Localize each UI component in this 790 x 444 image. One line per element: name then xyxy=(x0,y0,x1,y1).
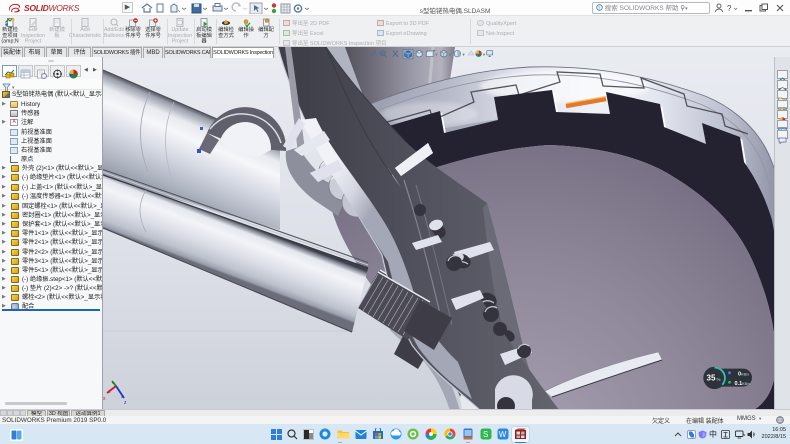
svg-text:S: S xyxy=(483,430,488,439)
svg-text:▾: ▾ xyxy=(449,52,451,57)
svg-text:?: ? xyxy=(598,5,601,10)
svg-text:W: W xyxy=(499,430,507,439)
svg-text:▾: ▾ xyxy=(463,52,465,57)
svg-text:▾: ▾ xyxy=(483,52,485,57)
svg-text:35: 35 xyxy=(707,374,716,383)
svg-text:?: ? xyxy=(727,4,732,13)
svg-text:%: % xyxy=(717,377,721,382)
svg-text:▾: ▾ xyxy=(435,52,437,57)
